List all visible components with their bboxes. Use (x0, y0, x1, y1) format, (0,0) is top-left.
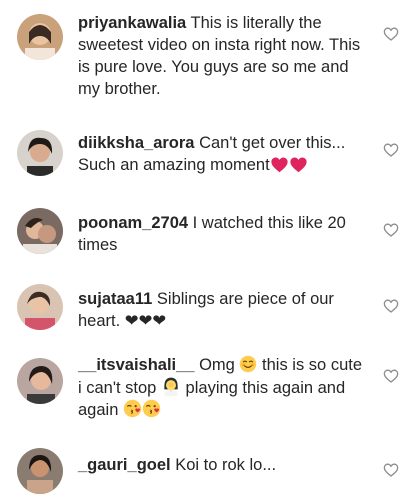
comment-text: sujataa11 Siblings are piece of our hear… (78, 288, 364, 332)
woman-facepalming-emoji (161, 376, 181, 396)
avatar[interactable] (17, 358, 63, 404)
profile-photo-icon (17, 448, 63, 494)
heart-outline-icon (383, 299, 399, 313)
face-blowing-kiss-emoji (142, 399, 161, 418)
profile-photo-icon (17, 208, 63, 254)
avatar[interactable] (17, 130, 63, 176)
like-button[interactable] (383, 222, 399, 238)
profile-photo-icon (17, 14, 63, 60)
heart-outline-icon (383, 463, 399, 477)
comment-text: priyankawalia This is literally the swee… (78, 12, 364, 100)
comment-text: __itsvaishali__ Omg this is so cute i ca… (78, 354, 364, 421)
comment-username[interactable]: __itsvaishali__ (78, 356, 195, 374)
comment-message: Koi to rok lo... (175, 456, 277, 474)
comment-username[interactable]: priyankawalia (78, 14, 186, 32)
profile-photo-icon (17, 130, 63, 176)
red-heart-emoji (289, 156, 308, 173)
like-button[interactable] (383, 142, 399, 158)
comment-username[interactable]: sujataa11 (78, 290, 152, 308)
like-button[interactable] (383, 298, 399, 314)
comment-message-part: Omg (199, 356, 235, 374)
comment-text: _gauri_goel Koi to rok lo... (78, 454, 364, 476)
heart-outline-icon (383, 143, 399, 157)
comment-text: poonam_2704 I watched this like 20 times (78, 212, 364, 256)
comment-text: diikksha_arora Can't get over this... Su… (78, 132, 364, 176)
like-button[interactable] (383, 26, 399, 42)
comment-list: priyankawalia This is literally the swee… (0, 0, 411, 494)
profile-photo-icon (17, 358, 63, 404)
avatar[interactable] (17, 208, 63, 254)
avatar[interactable] (17, 448, 63, 494)
comment-username[interactable]: poonam_2704 (78, 214, 188, 232)
comment-username[interactable]: diikksha_arora (78, 134, 194, 152)
red-heart-emoji (270, 156, 289, 173)
comment-username[interactable]: _gauri_goel (78, 456, 171, 474)
smiling-face-emoji (239, 355, 257, 373)
heart-outline-icon (383, 223, 399, 237)
profile-photo-icon (17, 284, 63, 330)
heart-outline-icon (383, 369, 399, 383)
like-button[interactable] (383, 462, 399, 478)
heart-outline-icon (383, 27, 399, 41)
like-button[interactable] (383, 368, 399, 384)
face-blowing-kiss-emoji (123, 399, 142, 418)
avatar[interactable] (17, 284, 63, 330)
avatar[interactable] (17, 14, 63, 60)
